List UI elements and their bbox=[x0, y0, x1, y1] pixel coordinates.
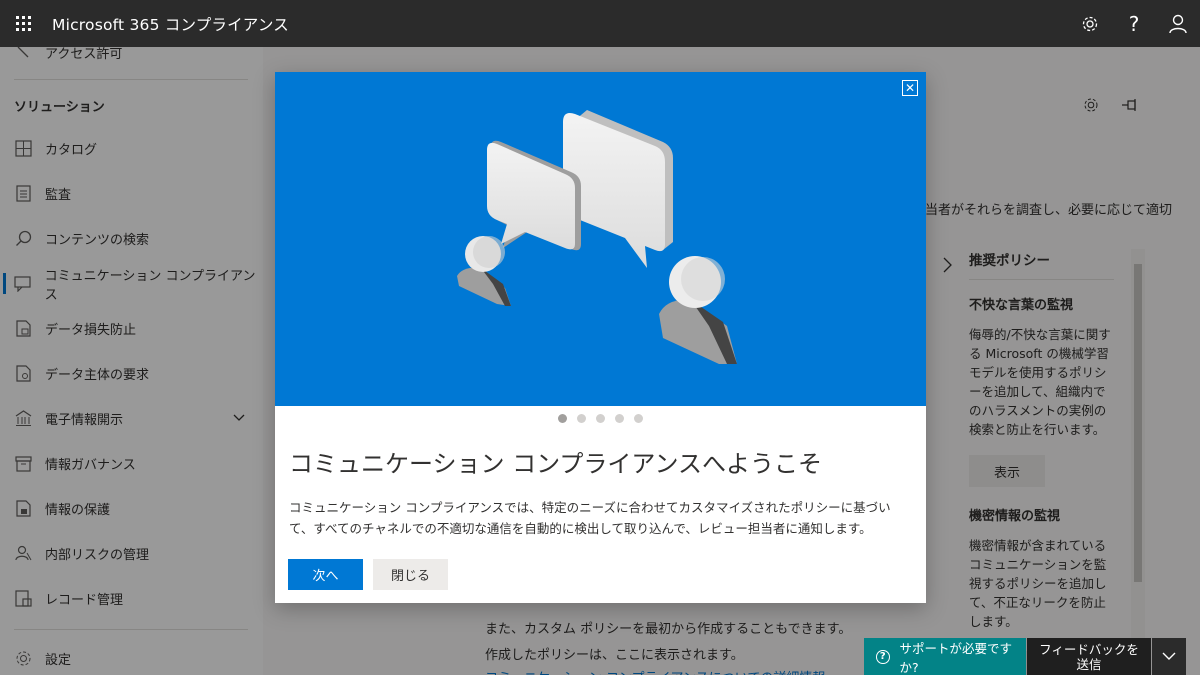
hero-illustration: ✕ bbox=[275, 72, 926, 406]
dialog-title: コミュニケーション コンプライアンスへようこそ bbox=[289, 450, 822, 478]
support-label: サポートが必要ですか? bbox=[899, 640, 1013, 675]
feedback-button[interactable]: フィードバックを送信 bbox=[1027, 638, 1151, 675]
carousel-dot[interactable] bbox=[558, 414, 567, 423]
next-button[interactable]: 次へ bbox=[288, 559, 363, 590]
carousel-dot[interactable] bbox=[577, 414, 586, 423]
chat-illustration bbox=[457, 110, 737, 364]
chevron-down-icon[interactable] bbox=[1152, 638, 1186, 675]
support-button[interactable]: ? サポートが必要ですか? bbox=[864, 638, 1026, 675]
carousel-dot[interactable] bbox=[596, 414, 605, 423]
help-icon[interactable]: ? bbox=[1112, 0, 1156, 47]
user-icon[interactable] bbox=[1156, 0, 1200, 47]
carousel-dot[interactable] bbox=[615, 414, 624, 423]
waffle-icon[interactable] bbox=[0, 0, 46, 47]
gear-icon[interactable] bbox=[1068, 0, 1112, 47]
help-icon: ? bbox=[876, 649, 890, 664]
carousel-dots bbox=[558, 414, 643, 423]
close-button[interactable]: 閉じる bbox=[373, 559, 448, 590]
welcome-dialog: ✕ コミュニケーション コンプライアンスへようこそ コミュニケーション コンプラ… bbox=[275, 72, 926, 603]
top-bar: Microsoft 365 コンプライアンス ? bbox=[0, 0, 1200, 47]
dialog-body: コミュニケーション コンプライアンスでは、特定のニーズに合わせてカスタマイズされ… bbox=[289, 500, 891, 536]
app-title[interactable]: Microsoft 365 コンプライアンス bbox=[52, 13, 289, 35]
carousel-dot[interactable] bbox=[634, 414, 643, 423]
close-icon[interactable]: ✕ bbox=[902, 80, 918, 96]
